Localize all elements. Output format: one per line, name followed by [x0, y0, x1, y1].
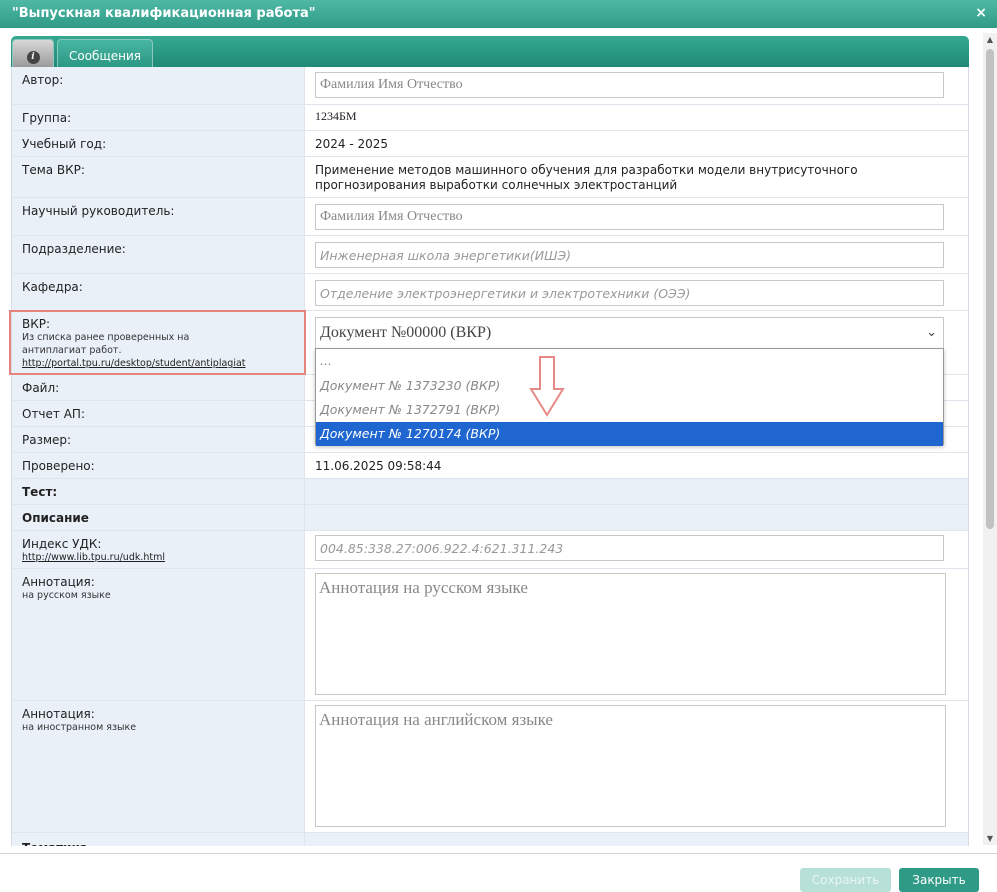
udk-input[interactable]: 004.85:338.27:006.922.4:621.311.243	[315, 535, 944, 561]
test-section-title: Тест:	[12, 479, 305, 504]
row-topic: Тема ВКР: Применение методов машинного о…	[12, 157, 968, 198]
year-value: 2024 - 2025	[315, 137, 389, 151]
ap-report-label: Отчет АП:	[12, 401, 305, 426]
topic-label: Тема ВКР:	[12, 157, 305, 197]
scroll-down-icon[interactable]: ▼	[986, 834, 994, 843]
row-description-section: Описание	[12, 505, 968, 531]
dialog-footer: Сохранить Закрыть	[0, 853, 997, 892]
down-arrow-annotation-icon	[529, 356, 565, 417]
close-icon[interactable]: ×	[975, 5, 987, 21]
row-annotation-ru: Аннотация: на русском языке Аннотация на…	[12, 569, 968, 701]
annotation-en-label: Аннотация: на иностранном языке	[12, 701, 305, 832]
vkr-label-title: ВКР:	[22, 317, 51, 331]
tab-info[interactable]: i	[12, 39, 54, 67]
scrollbar-thumb[interactable]	[986, 49, 994, 529]
udk-label: Индекс УДК: http://www.lib.tpu.ru/udk.ht…	[12, 531, 305, 568]
topics-section-title: Тематика	[12, 833, 305, 846]
annotation-en-sub: на иностранном языке	[22, 722, 137, 733]
vkr-label: ВКР: Из списка ранее проверенных на анти…	[12, 311, 305, 374]
save-button[interactable]: Сохранить	[800, 868, 891, 892]
antiplagiat-link[interactable]: http://portal.tpu.ru/desktop/student/ant…	[22, 358, 246, 369]
row-group: Группа: 1234БМ	[12, 105, 968, 131]
row-topics-section: Тематика	[12, 833, 968, 846]
group-value: 1234БМ	[315, 109, 357, 123]
annotation-en-title: Аннотация:	[22, 707, 95, 721]
supervisor-input[interactable]: Фамилия Имя Отчество	[315, 204, 944, 230]
close-button[interactable]: Закрыть	[899, 868, 979, 892]
row-author: Автор: Фамилия Имя Отчество	[12, 67, 968, 105]
row-supervisor: Научный руководитель: Фамилия Имя Отчест…	[12, 198, 968, 236]
info-icon: i	[26, 51, 40, 64]
dropdown-option-selected[interactable]: Документ № 1270174 (ВКР)	[316, 422, 943, 446]
row-year: Учебный год: 2024 - 2025	[12, 131, 968, 157]
dropdown-option[interactable]: Документ № 1373230 (ВКР)	[316, 374, 943, 398]
checked-value: 11.06.2025 09:58:44	[315, 459, 442, 473]
row-test-section: Тест:	[12, 479, 968, 505]
dropdown-option[interactable]: ...	[316, 349, 943, 374]
row-department: Кафедра: Отделение электроэнергетики и э…	[12, 274, 968, 311]
checked-label: Проверено:	[12, 453, 305, 478]
scroll-up-icon[interactable]: ▲	[986, 35, 994, 44]
tab-bar: i Сообщения	[11, 36, 969, 67]
vkr-hint-2: антиплагиат работ.	[22, 345, 122, 356]
description-section-title: Описание	[12, 505, 305, 530]
section-fill	[306, 505, 968, 530]
department-input[interactable]: Отделение электроэнергетики и электротех…	[315, 280, 944, 306]
row-checked: Проверено: 11.06.2025 09:58:44	[12, 453, 968, 479]
department-label: Кафедра:	[12, 274, 305, 310]
annotation-en-textarea[interactable]: Аннотация на английском языке	[315, 705, 946, 827]
section-fill	[306, 833, 968, 846]
supervisor-label: Научный руководитель:	[12, 198, 305, 235]
author-label: Автор:	[12, 67, 305, 104]
row-udk: Индекс УДК: http://www.lib.tpu.ru/udk.ht…	[12, 531, 968, 569]
group-label: Группа:	[12, 105, 305, 130]
udk-link[interactable]: http://www.lib.tpu.ru/udk.html	[22, 552, 165, 563]
form-content[interactable]: Автор: Фамилия Имя Отчество Группа: 1234…	[11, 67, 969, 846]
window-titlebar: "Выпускная квалификационная работа" ×	[0, 0, 997, 28]
file-label: Файл:	[12, 375, 305, 400]
annotation-ru-label: Аннотация: на русском языке	[12, 569, 305, 700]
author-input[interactable]: Фамилия Имя Отчество	[315, 72, 944, 98]
udk-label-title: Индекс УДК:	[22, 537, 102, 551]
division-input[interactable]: Инженерная школа энергетики(ИШЭ)	[315, 242, 944, 268]
vkr-select[interactable]: Документ №00000 (ВКР) ⌄	[315, 317, 944, 349]
vkr-selected-value: Документ №00000 (ВКР)	[320, 324, 492, 341]
vkr-dropdown-list[interactable]: ... Документ № 1373230 (ВКР) Документ № …	[315, 348, 944, 446]
row-annotation-en: Аннотация: на иностранном языке Аннотаци…	[12, 701, 968, 833]
topic-value: Применение методов машинного обучения дл…	[315, 163, 858, 192]
tab-messages[interactable]: Сообщения	[57, 39, 153, 67]
row-division: Подразделение: Инженерная школа энергети…	[12, 236, 968, 274]
dropdown-option[interactable]: Документ № 1372791 (ВКР)	[316, 398, 943, 422]
annotation-ru-title: Аннотация:	[22, 575, 95, 589]
size-label: Размер:	[12, 427, 305, 452]
year-label: Учебный год:	[12, 131, 305, 156]
scrollbar[interactable]: ▲ ▼	[983, 33, 997, 845]
annotation-ru-sub: на русском языке	[22, 590, 111, 601]
section-fill	[306, 479, 968, 504]
division-label: Подразделение:	[12, 236, 305, 273]
annotation-ru-textarea[interactable]: Аннотация на русском языке	[315, 573, 946, 695]
window-title: "Выпускная квалификационная работа"	[12, 6, 316, 21]
vkr-hint-1: Из списка ранее проверенных на	[22, 332, 190, 343]
chevron-down-icon: ⌄	[926, 325, 937, 340]
